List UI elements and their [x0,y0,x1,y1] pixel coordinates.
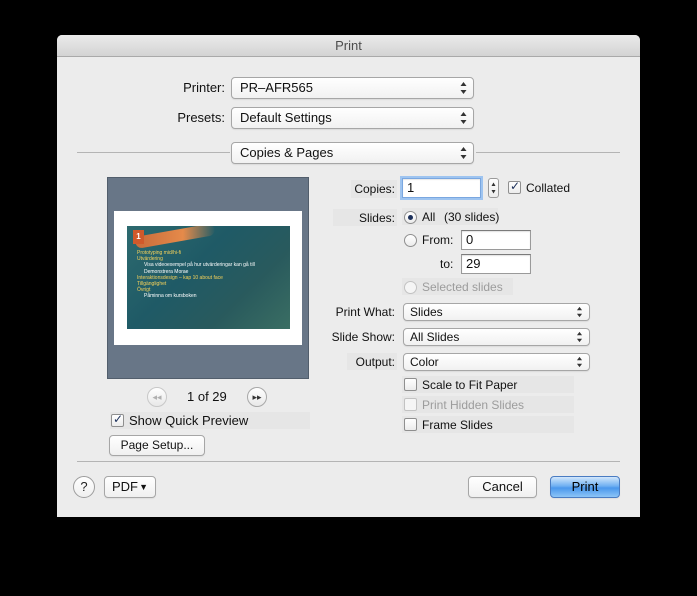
collated-label: Collated [526,181,571,195]
printer-label: Printer: [183,80,225,95]
preview-slide: 1 Prototyping mid/hi-fi Utvärdering Visa… [127,226,290,329]
updown-arrows-icon [460,147,467,159]
slides-from-field[interactable]: 0 [461,230,531,250]
updown-arrows-icon [460,82,467,94]
collated-checkbox[interactable] [508,179,521,194]
chevron-left-icon: ◂◂ [152,392,162,402]
page-indicator: 1 of 29 [187,389,227,404]
slide-line: Påminna om kursboken [144,293,197,300]
pdf-menu-button[interactable]: PDF ▼ [104,476,156,498]
print-hidden-label: Print Hidden Slides [422,398,525,412]
show-quick-preview-checkbox[interactable] [111,412,124,427]
stepper-arrows-icon [491,182,496,194]
separator-right [476,152,620,153]
chevron-down-icon: ▼ [139,482,148,492]
output-label: Output: [355,355,395,369]
next-page-button[interactable]: ▸▸ [247,387,267,407]
printer-popup[interactable]: PR–AFR565 [231,77,474,99]
output-popup[interactable]: Color [403,353,590,371]
section-value: Copies & Pages [240,145,334,160]
section-popup[interactable]: Copies & Pages [231,142,474,164]
slide-number-badge: 1 [133,230,144,244]
slides-from-radio[interactable] [404,234,417,247]
slide-show-value: All Slides [410,330,460,344]
window-title: Print [57,35,640,57]
slides-all-count: (30 slides) [444,210,500,224]
presets-label: Presets: [177,110,225,125]
slide-line: Visa videoexempel på hur utvärderingar k… [144,262,255,269]
scale-to-fit-label: Scale to Fit Paper [422,378,518,392]
slides-from-label: From: [422,233,454,247]
print-button[interactable]: Print [550,476,620,498]
print-what-value: Slides [410,305,443,319]
updown-arrows-icon [576,356,583,368]
output-value: Color [410,355,439,369]
updown-arrows-icon [460,112,467,124]
copies-stepper[interactable] [488,178,499,198]
slides-all-label: All [422,210,436,224]
slide-content: Prototyping mid/hi-fi Utvärdering Visa v… [137,250,257,300]
show-quick-preview-label: Show Quick Preview [129,413,249,428]
slides-to-label: to: [440,257,454,271]
copies-field[interactable]: 1 [402,178,481,198]
slides-label: Slides: [358,211,395,225]
separator-left [77,152,230,153]
print-what-label: Print What: [335,305,395,319]
updown-arrows-icon [576,331,583,343]
chevron-right-icon: ▸▸ [252,392,262,402]
copies-label: Copies: [354,182,395,196]
print-hidden-checkbox[interactable] [404,398,417,411]
slides-selected-label: Selected slides [422,280,503,294]
slide-swoosh [134,226,216,249]
cancel-button[interactable]: Cancel [468,476,537,498]
preview-page: 1 Prototyping mid/hi-fi Utvärdering Visa… [114,211,302,345]
frame-slides-checkbox[interactable] [404,418,417,431]
pdf-label: PDF [112,479,138,494]
updown-arrows-icon [576,306,583,318]
slide-show-popup[interactable]: All Slides [403,328,590,346]
previous-page-button[interactable]: ◂◂ [147,387,167,407]
print-what-popup[interactable]: Slides [403,303,590,321]
page-setup-button[interactable]: Page Setup... [109,435,205,456]
slide-show-label: Slide Show: [331,330,395,344]
frame-slides-label: Frame Slides [422,418,493,432]
help-button[interactable]: ? [73,476,95,498]
scale-to-fit-checkbox[interactable] [404,378,417,391]
slides-to-field[interactable]: 29 [461,254,531,274]
presets-popup[interactable]: Default Settings [231,107,474,129]
slides-all-radio[interactable] [404,211,417,224]
slides-selected-radio[interactable] [404,281,417,294]
footer-separator [77,461,620,462]
print-dialog: Print Printer: PR–AFR565 Presets: Defaul… [57,35,640,517]
presets-value: Default Settings [240,110,332,125]
quick-preview: 1 Prototyping mid/hi-fi Utvärdering Visa… [107,177,309,379]
printer-value: PR–AFR565 [240,80,313,95]
